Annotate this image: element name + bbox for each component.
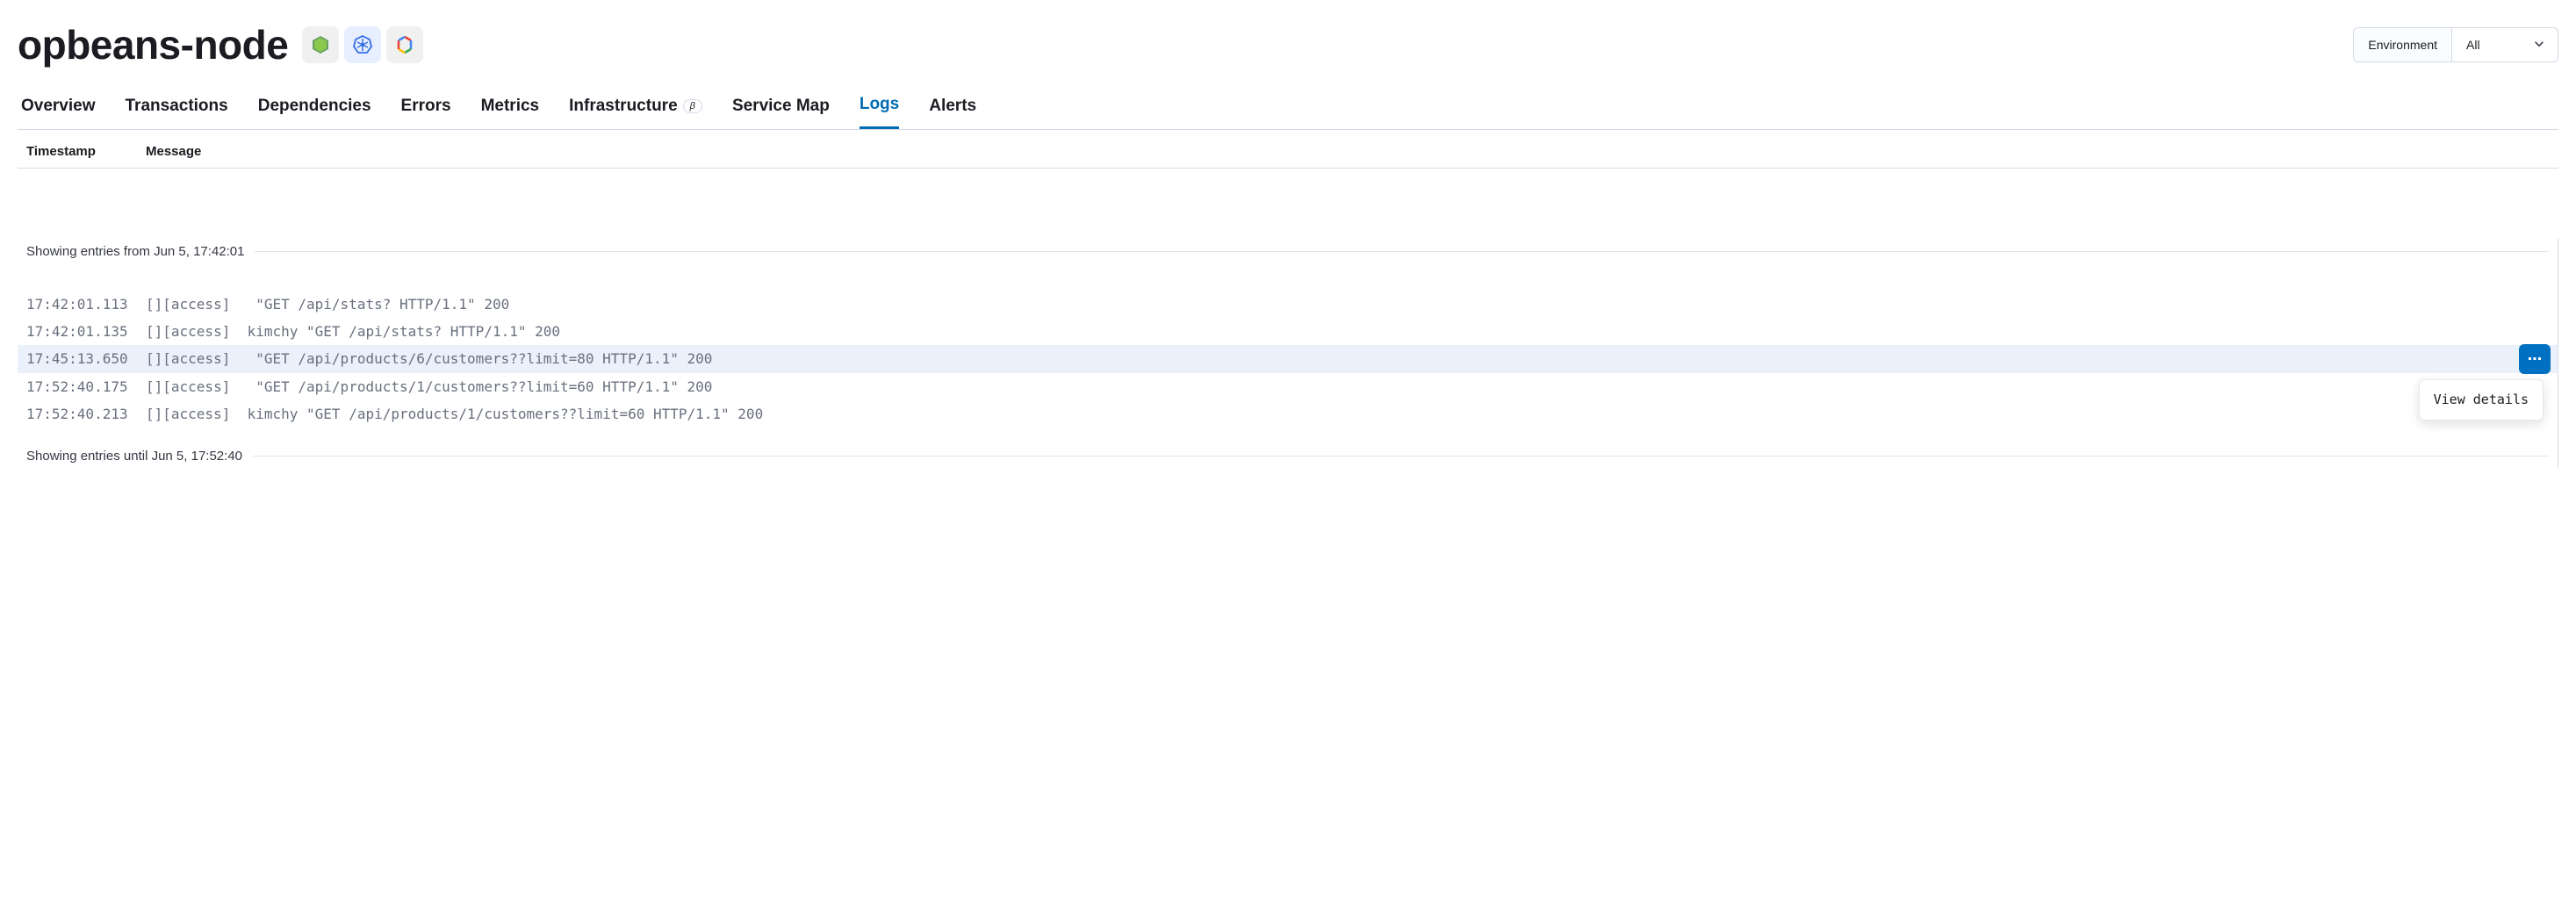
log-column-headers: Timestamp Message <box>18 130 2558 169</box>
kubernetes-icon[interactable] <box>344 26 381 63</box>
more-horizontal-icon <box>2528 357 2542 361</box>
tab-dependencies[interactable]: Dependencies <box>258 95 371 129</box>
tab-service-map[interactable]: Service Map <box>732 95 830 129</box>
log-timestamp: 17:52:40.175 <box>26 375 146 399</box>
log-message: [][access] kimchy "GET /api/stats? HTTP/… <box>146 320 2549 343</box>
nodejs-icon[interactable] <box>302 26 339 63</box>
tab-errors[interactable]: Errors <box>401 95 451 129</box>
log-message: [][access] kimchy "GET /api/products/1/c… <box>146 402 2549 426</box>
tabs-nav: Overview Transactions Dependencies Errors Me… <box>18 83 2558 130</box>
log-timestamp: 17:42:01.135 <box>26 320 146 343</box>
log-row[interactable]: 17:42:01.113[][access] "GET /api/stats? … <box>18 291 2558 318</box>
tab-infrastructure[interactable]: Infrastructureβ <box>569 95 702 129</box>
tab-overview[interactable]: Overview <box>21 95 96 129</box>
log-stream: Showing entries from Jun 5, 17:42:01 17:… <box>18 239 2558 469</box>
tab-metrics[interactable]: Metrics <box>481 95 540 129</box>
log-message: [][access] "GET /api/stats? HTTP/1.1" 20… <box>146 292 2549 316</box>
log-timestamp: 17:45:13.650 <box>26 347 146 370</box>
log-boundary-from: Showing entries from Jun 5, 17:42:01 <box>18 239 2558 264</box>
service-icon-group <box>302 26 423 63</box>
title-group: opbeans-node <box>18 21 423 68</box>
log-row[interactable]: 17:52:40.175[][access] "GET /api/product… <box>18 373 2558 400</box>
log-timestamp: 17:52:40.213 <box>26 402 146 426</box>
tab-alerts[interactable]: Alerts <box>929 95 976 129</box>
cloud-icon[interactable] <box>386 26 423 63</box>
log-timestamp: 17:42:01.113 <box>26 292 146 316</box>
log-row[interactable]: 17:42:01.135[][access] kimchy "GET /api/… <box>18 318 2558 345</box>
log-row[interactable]: 17:52:40.213[][access] kimchy "GET /api/… <box>18 400 2558 428</box>
chevron-down-icon <box>2533 38 2545 53</box>
page-header: opbeans-node Environment All <box>18 0 2558 83</box>
log-row[interactable]: 17:45:13.650[][access] "GET /api/product… <box>18 345 2558 372</box>
tab-transactions[interactable]: Transactions <box>126 95 228 129</box>
log-boundary-until: Showing entries until Jun 5, 17:52:40 <box>18 443 2558 469</box>
log-message: [][access] "GET /api/products/6/customer… <box>146 347 2549 370</box>
environment-label: Environment <box>2354 28 2452 61</box>
environment-value: All <box>2452 38 2558 52</box>
page-title: opbeans-node <box>18 21 288 68</box>
beta-badge: β <box>683 99 702 113</box>
column-header-message: Message <box>146 144 2550 159</box>
row-actions-button[interactable] <box>2519 344 2551 374</box>
tab-logs[interactable]: Logs <box>860 95 899 129</box>
column-header-timestamp: Timestamp <box>26 144 146 159</box>
environment-selector[interactable]: Environment All <box>2353 27 2558 62</box>
log-rows: 17:42:01.113[][access] "GET /api/stats? … <box>18 291 2558 428</box>
log-message: [][access] "GET /api/products/1/customer… <box>146 375 2549 399</box>
